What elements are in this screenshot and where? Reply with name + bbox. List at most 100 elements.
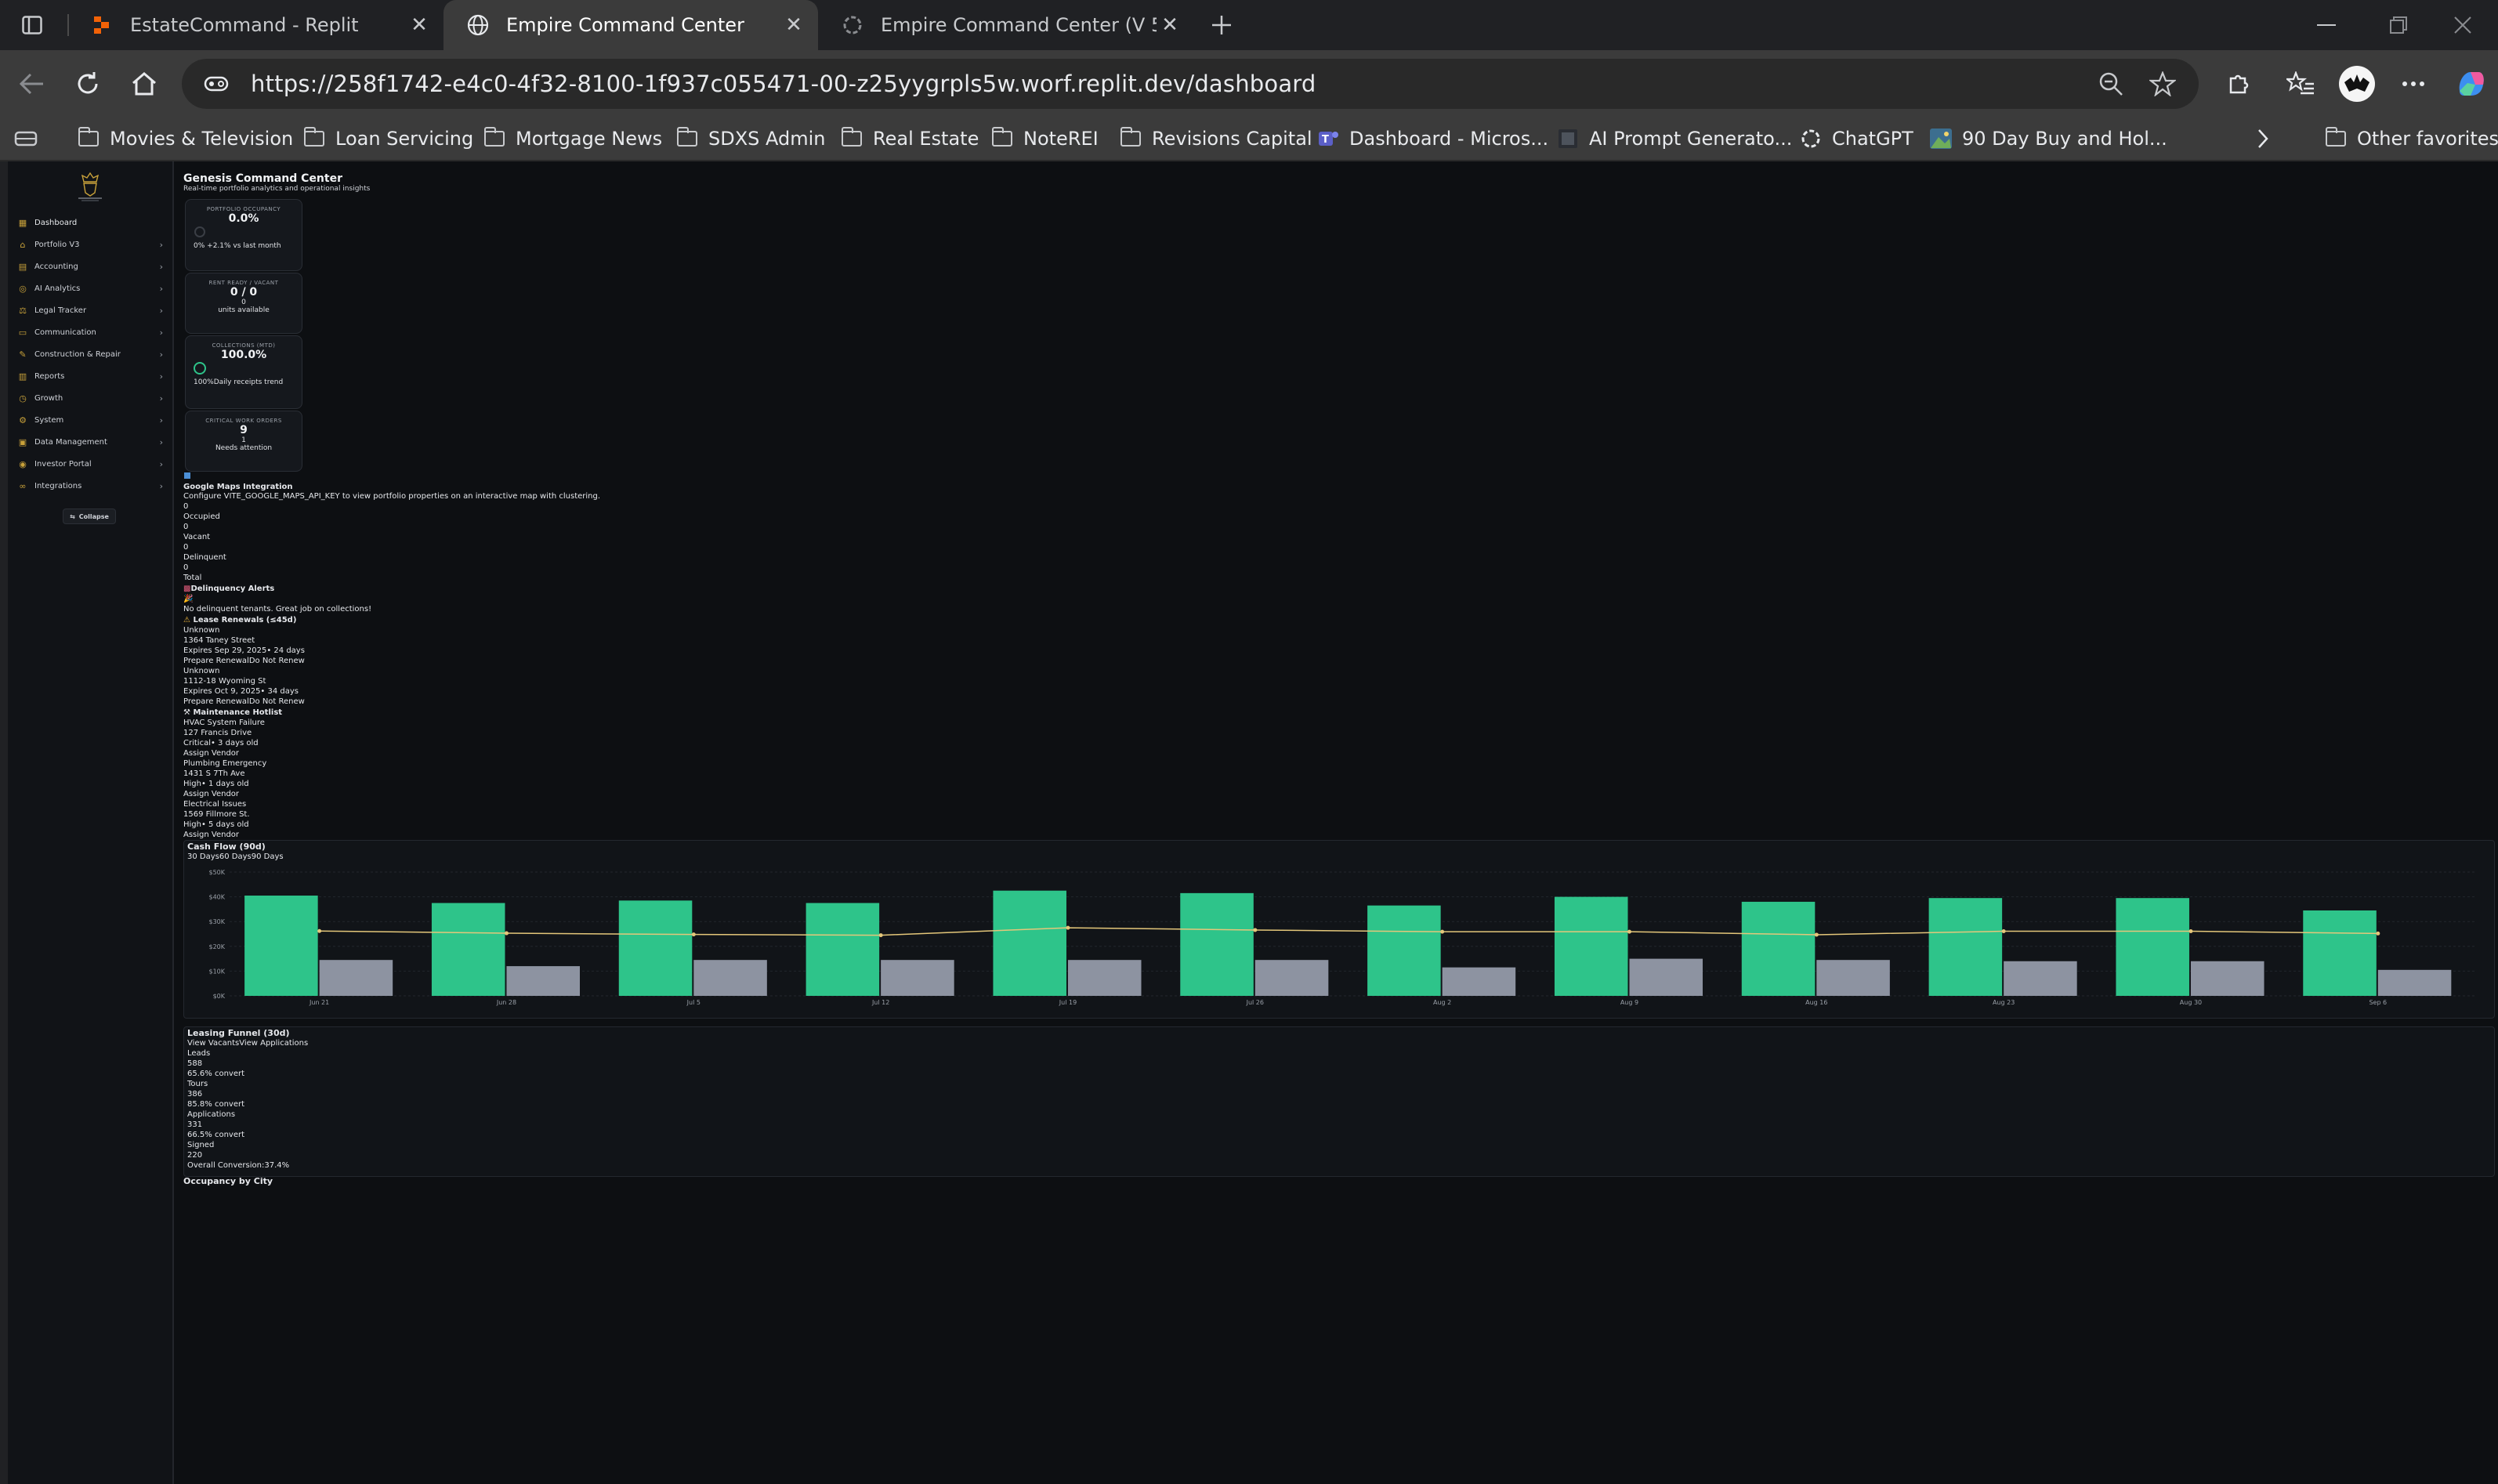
- bookmark-ai-prompt-generator[interactable]: AI Prompt Generato...: [1556, 124, 1792, 154]
- reload-icon[interactable]: [67, 63, 108, 104]
- sidebar-item-investor-portal[interactable]: ◉ Investor Portal ›: [17, 454, 168, 473]
- chevron-right-icon: ›: [159, 458, 163, 469]
- restore-window-icon[interactable]: [2371, 8, 2426, 42]
- home-icon[interactable]: [124, 63, 165, 104]
- renewal-actions[interactable]: Prepare RenewalDo Not Renew: [183, 657, 305, 666]
- tab-estatecommand[interactable]: EstateCommand - Replit ✕: [67, 0, 443, 50]
- cashflow-trend-point: [691, 932, 696, 937]
- maintenance-address: 1431 S 7Th Ave: [183, 769, 245, 778]
- chevron-right-icon: ›: [159, 371, 163, 382]
- x-tick-label: Jun 21: [309, 999, 329, 1006]
- funnel-stage-convert: 65.6% convert: [187, 1070, 245, 1078]
- cashflow-bar: [319, 960, 393, 996]
- close-tab-icon[interactable]: ✕: [406, 13, 433, 37]
- kpi-card-work-orders: CRITICAL WORK ORDERS 9 1 Needs attention: [185, 411, 302, 472]
- sidebar-item-construction-repair[interactable]: ✎ Construction & Repair ›: [17, 345, 168, 364]
- x-tick-label: Sep 6: [2369, 999, 2387, 1006]
- url-text: https://258f1742-e4c0-4f32-8100-1f937c05…: [251, 71, 1316, 97]
- sidebar-item-dashboard[interactable]: ▦ Dashboard: [17, 213, 168, 232]
- funnel-stage-label: Leads: [187, 1049, 211, 1058]
- bookmark-other-favorites[interactable]: Other favorites: [2324, 124, 2498, 154]
- sidebar-item-data-management[interactable]: ▣ Data Management ›: [17, 433, 168, 451]
- assign-vendor-button[interactable]: Assign Vendor: [183, 831, 239, 840]
- folder-icon: [1119, 127, 1142, 150]
- favorites-icon[interactable]: [2280, 63, 2321, 104]
- maintenance-title: ⚒ Maintenance Hotlist: [183, 708, 283, 717]
- sidebar-item-integrations[interactable]: ∞ Integrations ›: [17, 476, 168, 495]
- close-window-icon[interactable]: [2435, 8, 2490, 42]
- reading-list-icon[interactable]: [14, 124, 38, 154]
- funnel-links[interactable]: View VacantsView Applications: [187, 1039, 308, 1048]
- collapse-sidebar-button[interactable]: ⇆ Collapse: [63, 509, 116, 524]
- bookmark-dashboard-microsoft[interactable]: T Dashboard - Micros...: [1316, 124, 1548, 154]
- cashflow-range-toggle[interactable]: 30 Days60 Days90 Days: [187, 852, 284, 862]
- renewal-actions[interactable]: Prepare RenewalDo Not Renew: [183, 697, 305, 707]
- renewal-address: 1112-18 Wyoming St: [183, 677, 266, 686]
- page-subtitle: Real-time portfolio analytics and operat…: [183, 185, 371, 193]
- bookmark-sdxs-admin[interactable]: SDXS Admin: [675, 124, 826, 154]
- x-tick-label: Aug 30: [2180, 999, 2202, 1006]
- app-page: ▦ Dashboard ⌂ Portfolio V3 › ▤ Accounting › ◎…: [8, 161, 2498, 1484]
- bookmark-mortgage-news[interactable]: Mortgage News: [483, 124, 662, 154]
- sidebar-item-system[interactable]: ⚙ System ›: [17, 411, 168, 429]
- profile-avatar[interactable]: [2337, 63, 2377, 104]
- cashflow-bar: [2190, 961, 2264, 996]
- more-options-icon[interactable]: [2393, 63, 2434, 104]
- wrench-icon: ✎: [19, 349, 27, 360]
- sidebar-item-reports[interactable]: ▥ Reports ›: [17, 367, 168, 385]
- x-tick-label: Aug 2: [1433, 999, 1451, 1006]
- copilot-icon[interactable]: [2451, 63, 2492, 104]
- sidebar-item-portfolio-v3[interactable]: ⌂ Portfolio V3 ›: [17, 235, 168, 254]
- gear-icon: ⚙: [19, 414, 27, 425]
- address-bar[interactable]: https://258f1742-e4c0-4f32-8100-1f937c05…: [182, 59, 2199, 109]
- cashflow-bar: [2377, 969, 2452, 996]
- cashflow-bar: [618, 900, 693, 996]
- bookmark-loan-servicing[interactable]: Loan Servicing: [302, 124, 473, 154]
- folder-icon: [840, 127, 863, 150]
- zoom-icon[interactable]: [2097, 70, 2125, 98]
- funnel-stage-label: Tours: [187, 1080, 208, 1088]
- sidebar-item-communication[interactable]: ▭ Communication ›: [17, 323, 168, 342]
- kpi-caption: Daily receipts trend: [213, 378, 284, 386]
- kpi-value: 100.0%: [220, 349, 267, 361]
- tab-empire-command-center[interactable]: Empire Command Center ✕: [443, 0, 818, 50]
- sidebar-item-accounting[interactable]: ▤ Accounting ›: [17, 257, 168, 276]
- bookmark-movies-television[interactable]: Movies & Television: [77, 124, 293, 154]
- map-placeholder-icon: [183, 472, 191, 483]
- sidebar-item-ai-analytics[interactable]: ◎ AI Analytics ›: [17, 279, 168, 298]
- funnel-stage-label: Signed: [187, 1141, 215, 1149]
- bookmarks-overflow-icon[interactable]: [2257, 124, 2269, 154]
- assign-vendor-button[interactable]: Assign Vendor: [183, 790, 239, 799]
- bookmark-revisions-capital[interactable]: Revisions Capital: [1119, 124, 1312, 154]
- teams-icon: T: [1316, 127, 1340, 150]
- bookmark-chatgpt[interactable]: ChatGPT: [1799, 124, 1913, 154]
- x-tick-label: Jul 12: [871, 999, 889, 1006]
- bookmark-90-day-buy-and-hold[interactable]: 90 Day Buy and Hol...: [1929, 124, 2167, 154]
- bookmark-real-estate[interactable]: Real Estate: [840, 124, 979, 154]
- back-icon[interactable]: [11, 63, 52, 104]
- x-tick-label: Aug 16: [1805, 999, 1827, 1006]
- x-tick-label: Jul 26: [1246, 999, 1264, 1006]
- assign-vendor-button[interactable]: Assign Vendor: [183, 749, 239, 758]
- sidebar-item-growth[interactable]: ◷ Growth ›: [17, 389, 168, 407]
- chevron-right-icon: ›: [159, 261, 163, 272]
- site-info-icon[interactable]: [201, 73, 232, 95]
- close-tab-icon[interactable]: ✕: [780, 13, 807, 37]
- map-stat-value: 0: [183, 523, 189, 531]
- sidebar-item-legal-tracker[interactable]: ⚖ Legal Tracker ›: [17, 301, 168, 320]
- minimize-window-icon[interactable]: [2299, 8, 2354, 42]
- extensions-icon[interactable]: [2217, 63, 2258, 104]
- new-tab-icon[interactable]: [1194, 8, 1249, 42]
- favorite-star-icon[interactable]: [2149, 70, 2177, 98]
- funnel-stage-label: Applications: [187, 1110, 236, 1119]
- bookmark-noterei[interactable]: NoteREI: [990, 124, 1099, 154]
- home-icon: ⌂: [20, 239, 26, 250]
- sidebar-toggle-icon[interactable]: [5, 8, 60, 42]
- kpi-value: 9: [240, 424, 248, 436]
- renewal-expires: Expires Oct 9, 2025• 34 days: [183, 687, 299, 696]
- tab-empire-command-center-v5[interactable]: Empire Command Center (V 5.0) - ✕: [818, 0, 1194, 50]
- landscape-icon: [1929, 127, 1953, 150]
- cashflow-panel: Cash Flow (90d) 30 Days60 Days90 Days $0…: [183, 840, 2495, 1019]
- folder-icon: [675, 127, 699, 150]
- close-tab-icon[interactable]: ✕: [1157, 13, 1183, 37]
